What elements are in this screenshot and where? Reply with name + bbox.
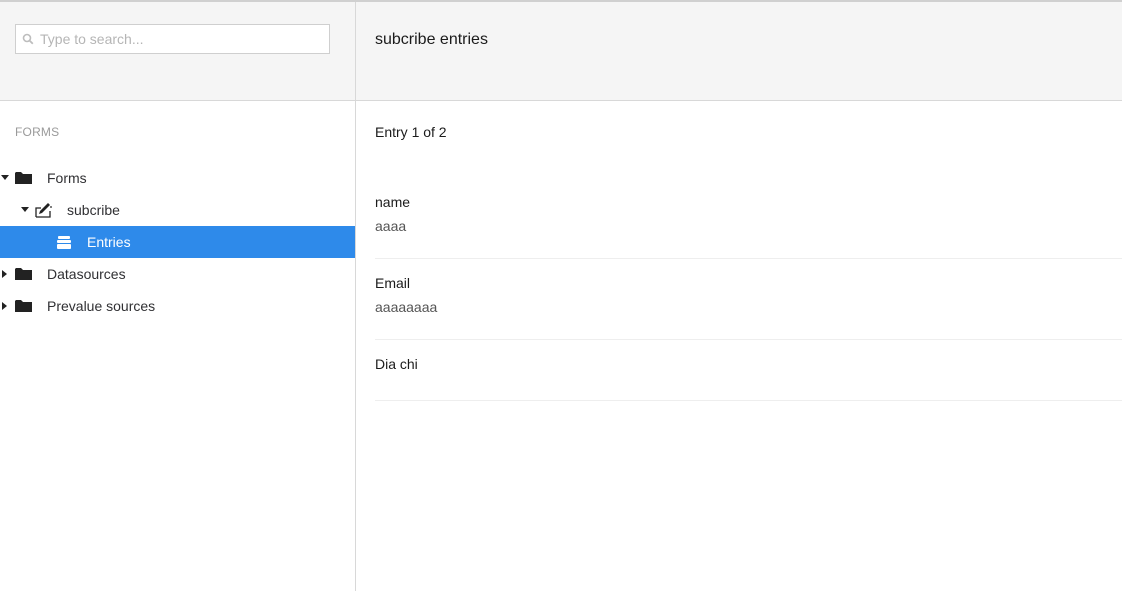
caret-expanded-icon[interactable]: [20, 205, 30, 215]
field-value: [375, 378, 1122, 398]
field-label: Dia chi: [375, 356, 418, 372]
tree-item-forms[interactable]: Forms: [0, 162, 355, 194]
folder-icon: [15, 170, 33, 186]
caret-collapsed-icon[interactable]: [0, 269, 10, 279]
field-value: aaaa: [375, 218, 407, 234]
search-input[interactable]: [40, 26, 329, 52]
tree: Forms subcribe Entries Datasources Preva…: [0, 162, 355, 322]
field-row: name aaaa: [375, 192, 1122, 259]
tree-item-label: Forms: [47, 170, 87, 186]
tree-item-prevalue-sources[interactable]: Prevalue sources: [0, 290, 355, 322]
entry-fields: name aaaa Email aaaaaaaa Dia chi: [375, 192, 1122, 401]
tree-panel: FORMS Forms: [0, 2, 356, 591]
content-header: subcribe entries: [356, 2, 1122, 101]
field-row: Email aaaaaaaa: [375, 259, 1122, 340]
entries-icon: [55, 234, 73, 250]
search-icon: [16, 25, 40, 53]
field-row: Dia chi: [375, 340, 1122, 401]
tree-item-label: subcribe: [67, 202, 120, 218]
section-title: FORMS: [15, 125, 60, 139]
folder-icon: [15, 266, 33, 282]
field-value: aaaaaaaa: [375, 299, 438, 315]
tree-item-label: Entries: [87, 234, 131, 250]
caret-expanded-icon[interactable]: [0, 173, 10, 183]
tree-item-entries[interactable]: Entries: [0, 226, 355, 258]
folder-icon: [15, 298, 33, 314]
page-title: subcribe entries: [375, 31, 488, 48]
tree-item-subcribe[interactable]: subcribe: [0, 194, 355, 226]
tree-item-datasources[interactable]: Datasources: [0, 258, 355, 290]
tree-item-label: Datasources: [47, 266, 126, 282]
tree-item-label: Prevalue sources: [47, 298, 156, 314]
tree-header: [0, 2, 355, 101]
field-label: Email: [375, 275, 411, 291]
search-box[interactable]: [15, 24, 330, 54]
entry-counter: Entry 1 of 2: [375, 124, 447, 140]
field-label: name: [375, 194, 411, 210]
content-panel: subcribe entries Entry 1 of 2 name aaaa …: [356, 2, 1122, 591]
caret-collapsed-icon[interactable]: [0, 301, 10, 311]
app-window: FORMS Forms: [0, 0, 1122, 591]
form-edit-icon: [35, 202, 53, 218]
